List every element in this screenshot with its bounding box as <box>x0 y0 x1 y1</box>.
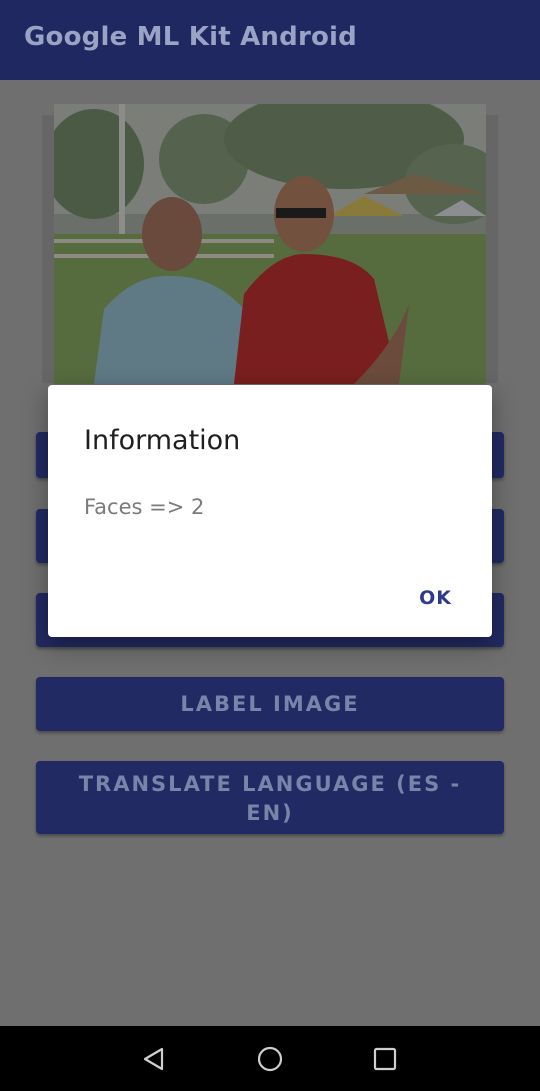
label-image-button[interactable]: LABEL IMAGE <box>36 677 504 731</box>
translate-language-button[interactable]: TRANSLATE LANGUAGE (ES - EN) <box>36 761 504 834</box>
back-triangle-icon[interactable] <box>140 1044 170 1074</box>
dialog-title: Information <box>84 425 241 456</box>
selected-photo <box>54 104 486 384</box>
home-circle-icon[interactable] <box>255 1044 285 1074</box>
label-image-button-label: LABEL IMAGE <box>180 692 360 716</box>
system-nav-bar <box>0 1026 540 1091</box>
app-bar: Google ML Kit Android <box>0 0 540 80</box>
app-title: Google ML Kit Android <box>24 22 357 52</box>
information-dialog: Information Faces => 2 OK <box>48 385 492 637</box>
photo-illustration <box>54 104 486 384</box>
dialog-ok-button[interactable]: OK <box>419 587 452 609</box>
translate-button-label-line1: TRANSLATE LANGUAGE (ES - <box>78 772 462 796</box>
recents-square-icon[interactable] <box>370 1044 400 1074</box>
translate-button-label-line2: EN) <box>246 801 294 825</box>
dialog-message: Faces => 2 <box>84 495 205 519</box>
